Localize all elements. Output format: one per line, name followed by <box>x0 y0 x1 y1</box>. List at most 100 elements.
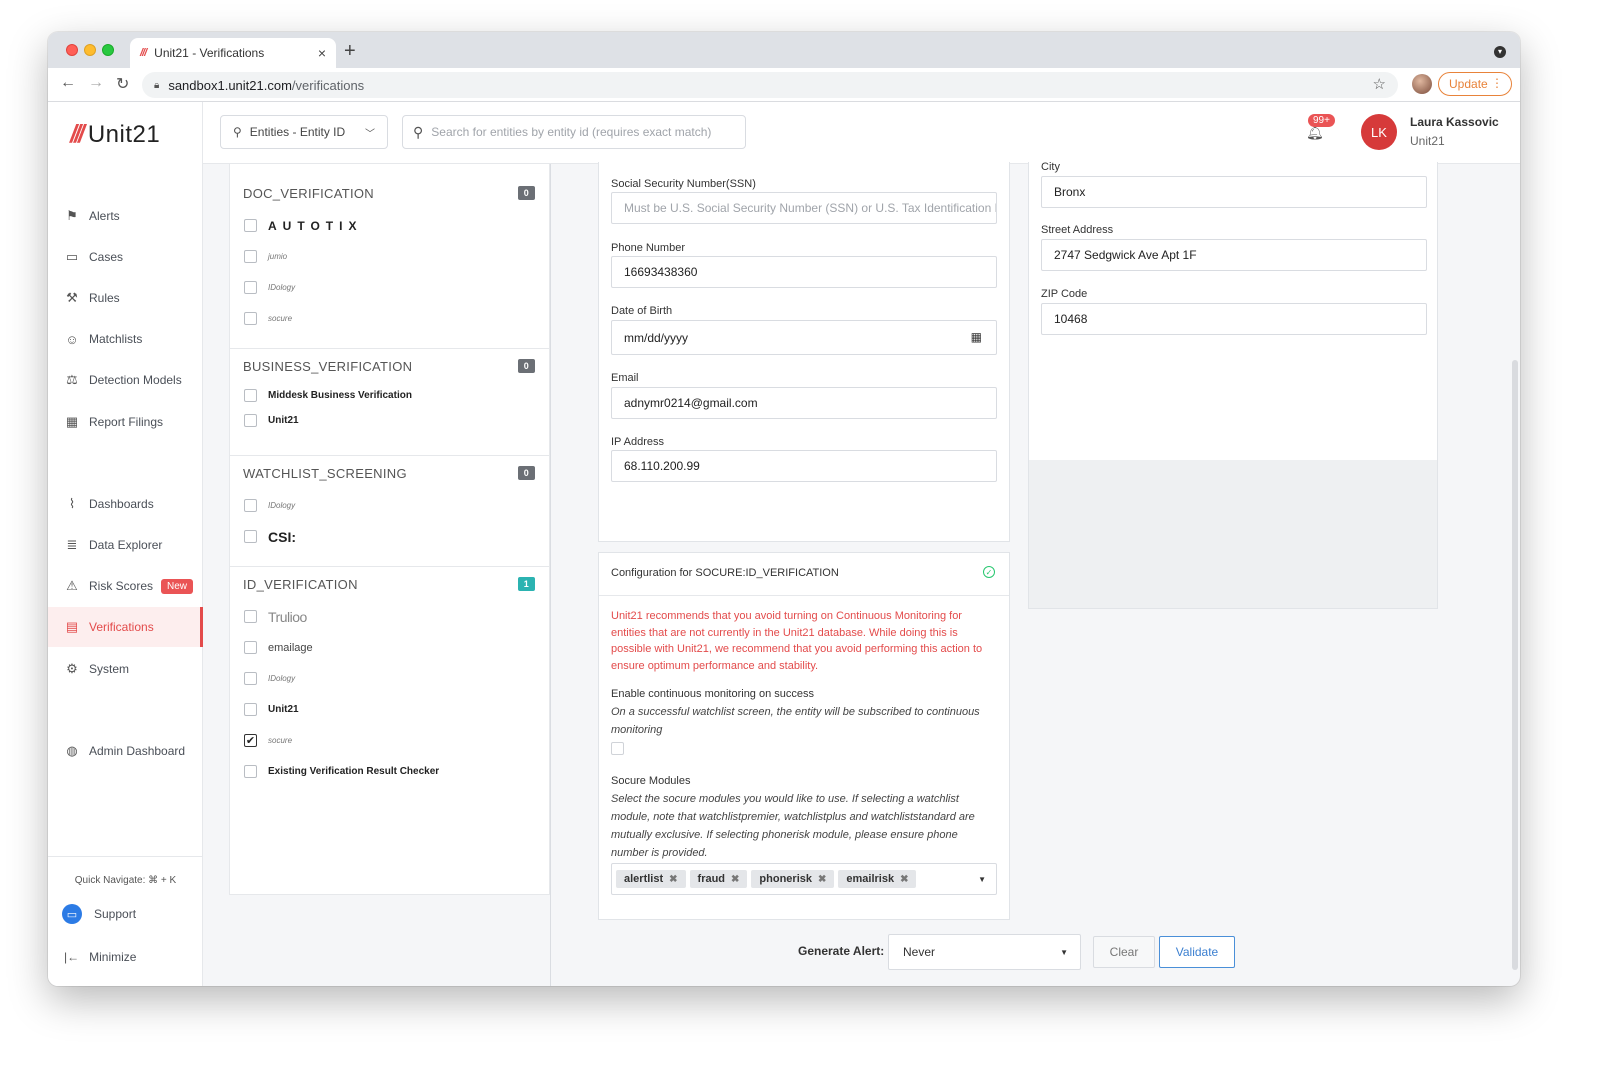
vendor-row-autotix[interactable]: AUTOTIX <box>230 210 549 241</box>
phone-input[interactable]: 16693438360 <box>611 256 997 288</box>
entity-type-select[interactable]: ⚲ Entities - Entity ID ﹀ <box>220 115 388 149</box>
validate-button[interactable]: Validate <box>1159 936 1235 968</box>
continuous-monitoring-checkbox[interactable] <box>611 742 624 755</box>
forward-icon[interactable]: → <box>88 74 104 92</box>
lock-icon: 🔒︎ <box>154 79 160 91</box>
dob-input[interactable]: mm/dd/yyyy ▦ <box>611 320 997 355</box>
monitoring-heading: Enable continuous monitoring on success <box>611 688 815 700</box>
section-title: ID_VERIFICATION <box>243 576 358 592</box>
module-chip: phonerisk ✖ <box>751 870 835 888</box>
sidebar-item-cases[interactable]: ▭ Cases <box>48 237 203 277</box>
vendor-checkbox[interactable] <box>244 414 257 427</box>
scrollbar[interactable] <box>1512 360 1518 970</box>
clear-button[interactable]: Clear <box>1093 936 1155 968</box>
section-title: BUSINESS_VERIFICATION <box>243 358 413 374</box>
count-badge: 0 <box>517 466 535 480</box>
remove-chip-icon[interactable]: ✖ <box>731 874 739 885</box>
new-tab-icon[interactable]: + <box>344 40 356 63</box>
url-path: /verifications <box>291 77 365 93</box>
sidebar-item-report-filings[interactable]: ▦ Report Filings <box>48 402 203 442</box>
sidebar-item-data-explorer[interactable]: ≣ Data Explorer <box>48 525 203 565</box>
sidebar-item-alerts[interactable]: ⚑ Alerts <box>48 196 203 236</box>
sidebar-item-system[interactable]: ⚙ System <box>48 649 203 689</box>
zip-label: ZIP Code <box>1041 288 1088 300</box>
scale-icon: ⚖ <box>66 372 78 387</box>
city-input[interactable]: Bronx <box>1041 176 1427 208</box>
vendor-checkbox[interactable] <box>244 281 257 294</box>
vendor-checkbox-checked[interactable]: ✔ <box>244 734 257 747</box>
vendor-checkbox[interactable] <box>244 499 257 512</box>
vendor-checkbox[interactable] <box>244 703 257 716</box>
vendor-row-idology[interactable]: IDology <box>230 490 549 521</box>
browser-update-button[interactable]: Update ⋮ <box>1438 72 1512 96</box>
sidebar-item-admin-dashboard[interactable]: ◍ Admin Dashboard <box>48 731 203 771</box>
vendor-row-socure[interactable]: socure <box>230 303 549 334</box>
minimize-button[interactable]: |← Minimize <box>64 950 136 964</box>
vendor-row-socure[interactable]: ✔ socure <box>230 725 549 756</box>
vendor-row-unit21[interactable]: Unit21 <box>230 694 549 725</box>
vendor-checkbox[interactable] <box>244 389 257 402</box>
vendor-checkbox[interactable] <box>244 530 257 543</box>
logo[interactable]: /// Unit21 <box>70 120 160 149</box>
vendor-checkbox[interactable] <box>244 312 257 325</box>
sidebar-item-risk-scores[interactable]: ⚠ Risk Scores New <box>48 566 203 606</box>
user-name: Laura Kassovic <box>1410 115 1499 129</box>
reload-icon[interactable]: ↻ <box>116 74 129 94</box>
vendor-logo-idology: IDology <box>268 674 296 683</box>
sidebar-item-verifications[interactable]: ▤ Verifications <box>48 607 203 647</box>
browser-tab[interactable]: /// Unit21 - Verifications × <box>130 38 336 68</box>
sidebar-item-rules[interactable]: ⚒ Rules <box>48 278 203 318</box>
street-input[interactable]: 2747 Sedgwick Ave Apt 1F <box>1041 239 1427 271</box>
browser-profile-avatar[interactable] <box>1412 74 1432 94</box>
vendor-logo-middesk: Middesk Business Verification <box>268 390 412 401</box>
vendor-row-existing-checker[interactable]: Existing Verification Result Checker <box>230 756 549 787</box>
window-zoom-button[interactable] <box>102 44 114 56</box>
entity-search-input[interactable]: ⚲ Search for entities by entity id (requ… <box>402 115 746 149</box>
section-id-verification: ID_VERIFICATION 1 Trulioo emailage IDolo… <box>230 566 549 787</box>
window-close-button[interactable] <box>66 44 78 56</box>
vendor-checkbox[interactable] <box>244 641 257 654</box>
calendar-icon[interactable]: ▦ <box>971 330 982 344</box>
module-chip-label: emailrisk <box>846 873 895 885</box>
socure-modules-select[interactable]: alertlist ✖ fraud ✖ phonerisk ✖ emailrisk ✖ … <box>611 863 997 895</box>
generate-alert-select[interactable]: Never ▼ <box>888 934 1081 970</box>
vendor-checkbox[interactable] <box>244 610 257 623</box>
bookmark-star-icon[interactable]: ☆ <box>1373 75 1386 93</box>
email-input[interactable]: adnymr0214@gmail.com <box>611 387 997 419</box>
remove-chip-icon[interactable]: ✖ <box>669 874 677 885</box>
vendor-row-unit21[interactable]: Unit21 <box>230 408 549 433</box>
window-minimize-button[interactable] <box>84 44 96 56</box>
vendor-row-middesk[interactable]: Middesk Business Verification <box>230 383 549 408</box>
address-bar[interactable]: 🔒︎ sandbox1.unit21.com/verifications ☆ <box>142 72 1398 98</box>
remove-chip-icon[interactable]: ✖ <box>900 874 908 885</box>
support-button[interactable]: ▭ Support <box>62 904 136 924</box>
chart-icon: ⌇ <box>68 496 76 511</box>
phone-label: Phone Number <box>611 242 685 254</box>
tab-close-icon[interactable]: × <box>318 45 326 61</box>
vendor-row-emailage[interactable]: emailage <box>230 632 549 663</box>
tab-search-icon[interactable]: ▾ <box>1494 46 1506 58</box>
sidebar-divider <box>48 856 203 857</box>
sidebar-item-matchlists[interactable]: ☺ Matchlists <box>48 319 203 359</box>
ssn-input[interactable]: Must be U.S. Social Security Number (SSN… <box>611 192 997 224</box>
vendor-row-idology[interactable]: IDology <box>230 663 549 694</box>
caret-down-icon[interactable]: ▼ <box>978 875 986 884</box>
ip-input[interactable]: 68.110.200.99 <box>611 450 997 482</box>
zip-input[interactable]: 10468 <box>1041 303 1427 335</box>
back-icon[interactable]: ← <box>60 74 76 92</box>
config-title: Configuration for SOCURE:ID_VERIFICATION <box>611 567 839 579</box>
avatar[interactable]: LK <box>1361 114 1397 150</box>
remove-chip-icon[interactable]: ✖ <box>818 874 826 885</box>
sidebar-item-detection-models[interactable]: ⚖ Detection Models <box>48 360 203 400</box>
vendor-checkbox[interactable] <box>244 250 257 263</box>
vendor-checkbox[interactable] <box>244 765 257 778</box>
gavel-icon: ⚒ <box>66 290 78 305</box>
vendor-logo-idology: IDology <box>268 283 296 292</box>
sidebar-item-dashboards[interactable]: ⌇ Dashboards <box>48 484 203 524</box>
vendor-checkbox[interactable] <box>244 672 257 685</box>
vendor-row-jumio[interactable]: jumio <box>230 241 549 272</box>
vendor-row-idology[interactable]: IDology <box>230 272 549 303</box>
vendor-checkbox[interactable] <box>244 219 257 232</box>
vendor-row-trulioo[interactable]: Trulioo <box>230 601 549 632</box>
vendor-row-csi[interactable]: CSI: <box>230 521 549 552</box>
